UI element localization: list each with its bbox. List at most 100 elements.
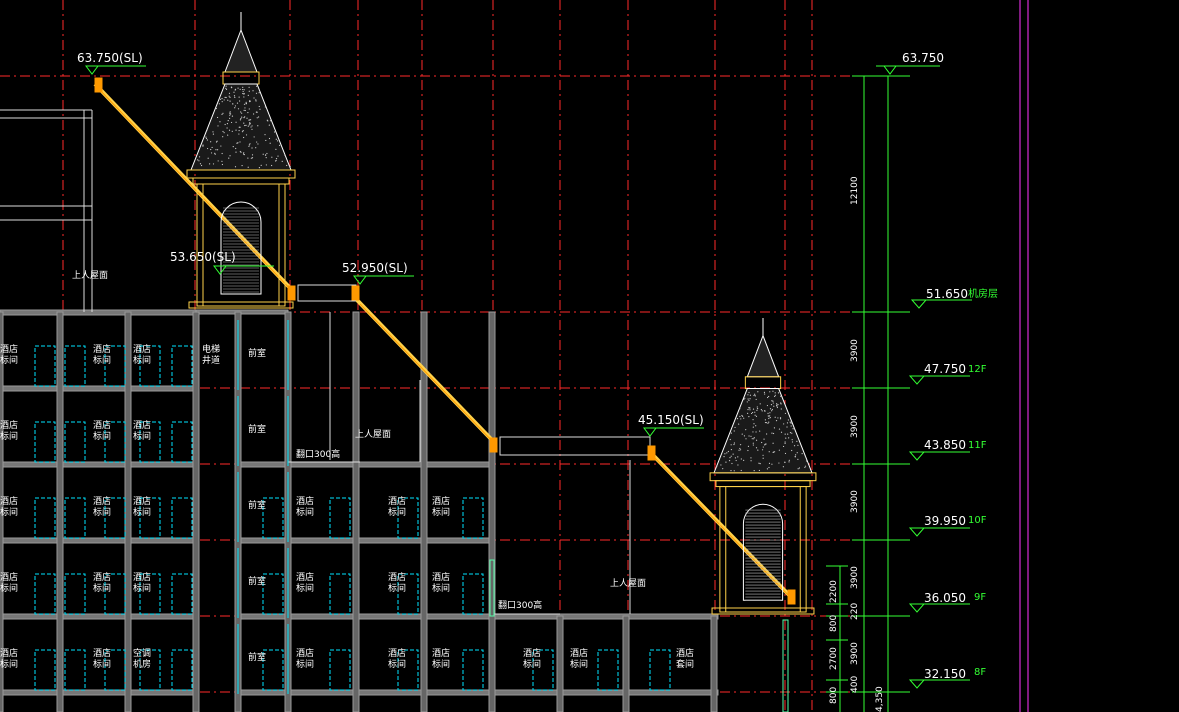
- cone-texture: [219, 103, 220, 104]
- cone-texture: [755, 395, 756, 396]
- level-value-1: 51.650: [926, 287, 968, 301]
- cone-texture: [258, 116, 259, 117]
- cone-texture: [748, 435, 749, 436]
- cone-texture: [766, 422, 767, 423]
- elevation-marker: [910, 528, 924, 536]
- room-label-line: 标间: [296, 506, 314, 518]
- cone-texture: [790, 432, 791, 433]
- elevation-tower-mid: 53.650(SL): [170, 250, 236, 264]
- cone-texture: [251, 125, 252, 126]
- cone-texture: [229, 93, 230, 94]
- dim-main-5: 3900: [850, 566, 860, 589]
- cone-texture: [786, 426, 787, 427]
- cone-texture: [790, 422, 791, 423]
- cone-texture: [731, 456, 732, 457]
- cone-texture: [252, 154, 253, 155]
- cone-texture: [716, 466, 717, 467]
- cone-texture: [768, 467, 769, 468]
- dim-sub-5: 400: [850, 676, 860, 693]
- cone-texture: [221, 161, 222, 162]
- room-label: 酒店标间: [93, 647, 111, 670]
- room-label-line: 电梯: [202, 343, 220, 355]
- window-dashed: [35, 346, 55, 386]
- cone-texture: [244, 89, 245, 90]
- dormer: [745, 377, 780, 389]
- cone-texture: [235, 89, 236, 90]
- cone-texture: [229, 113, 230, 114]
- room-label-line: 酒店: [388, 495, 406, 507]
- gutter: [648, 446, 655, 460]
- cone-texture: [775, 395, 776, 396]
- cone-texture: [235, 105, 236, 106]
- room-label: 酒店标间: [388, 495, 406, 518]
- cone-texture: [760, 403, 761, 404]
- cone-texture: [769, 451, 770, 452]
- cone-texture: [745, 438, 746, 439]
- cone-texture: [232, 103, 233, 104]
- cone-texture: [723, 456, 724, 457]
- cone-texture: [239, 97, 240, 98]
- spire-cap: [225, 30, 257, 72]
- room-label: 酒店套间: [676, 647, 694, 670]
- cone-texture: [731, 433, 732, 434]
- roof-beam: [298, 285, 356, 301]
- cone-texture: [776, 403, 777, 404]
- room-label-line: 酒店: [93, 419, 111, 431]
- cone-texture: [225, 124, 226, 125]
- room-label: 酒店标间: [432, 495, 450, 518]
- cone-texture: [767, 413, 768, 414]
- room-label: 酒店标间: [0, 495, 18, 518]
- dim-main-3: 3900: [850, 415, 860, 438]
- room-label-line: 酒店: [0, 419, 18, 431]
- cone-texture: [748, 416, 749, 417]
- cone-texture: [256, 86, 257, 87]
- cone-texture: [220, 145, 221, 146]
- room-label-line: 标间: [133, 582, 151, 594]
- room-label-line: 酒店: [0, 495, 18, 507]
- floor-slab: [0, 462, 198, 467]
- room-label: 酒店标间: [296, 571, 314, 594]
- cone-texture: [236, 143, 237, 144]
- cone-texture: [753, 443, 754, 444]
- level-value-2: 47.750: [924, 362, 966, 376]
- cone-texture: [270, 143, 271, 144]
- cone-texture: [747, 413, 748, 414]
- cone-texture: [806, 460, 807, 461]
- cone-texture: [240, 111, 241, 112]
- cone-texture: [754, 394, 755, 395]
- cone-texture: [739, 408, 740, 409]
- room-label: 酒店标间: [0, 419, 18, 442]
- room-label-line: 酒店: [133, 495, 151, 507]
- cone-texture: [759, 470, 760, 471]
- cone-texture: [270, 120, 271, 121]
- cone-texture: [201, 165, 202, 166]
- dim-sub-4: 2700: [829, 647, 839, 670]
- floor-slab: [0, 690, 198, 695]
- cone-texture: [207, 139, 208, 140]
- room-label: 酒店标间: [93, 419, 111, 442]
- cone-texture: [734, 470, 735, 471]
- elevation-marker: [354, 276, 366, 284]
- cone-texture: [761, 409, 762, 410]
- cone-texture: [724, 453, 725, 454]
- cone-texture: [269, 124, 270, 125]
- cone-texture: [767, 423, 768, 424]
- cone-texture: [259, 167, 260, 168]
- cone-texture: [725, 462, 726, 463]
- cone-texture: [765, 419, 766, 420]
- elevation-marker: [912, 300, 926, 308]
- cone-texture: [232, 131, 233, 132]
- cone-texture: [257, 143, 258, 144]
- gutter: [352, 286, 359, 300]
- cone-texture: [248, 146, 249, 147]
- cone-texture: [777, 417, 778, 418]
- cone-texture: [243, 130, 244, 131]
- cone-texture: [216, 108, 217, 109]
- cone-texture: [753, 409, 754, 410]
- cone-texture: [225, 88, 226, 89]
- cone-texture: [752, 438, 753, 439]
- cone-texture: [802, 453, 803, 454]
- level-value-5: 36.050: [924, 591, 966, 605]
- room-label-line: 标间: [93, 658, 111, 670]
- cone-texture: [208, 158, 209, 159]
